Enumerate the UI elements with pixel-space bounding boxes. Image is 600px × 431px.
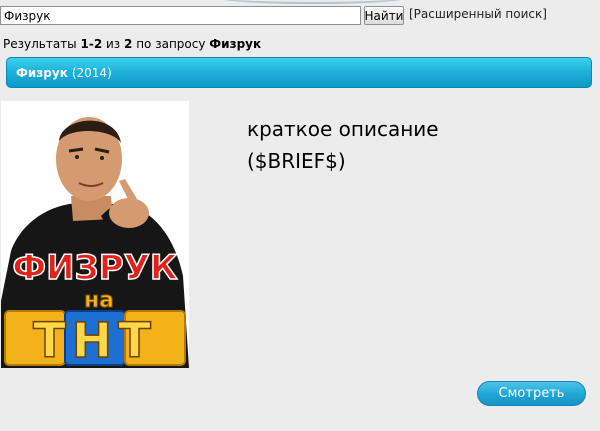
search-button[interactable]: Найти <box>364 6 404 25</box>
poster-artwork: ФИЗРУК на ТНТ <box>1 101 189 368</box>
results-of-word: из <box>106 37 121 51</box>
poster-logo-text: ТНТ <box>33 313 157 368</box>
poster-na-text: на <box>84 288 114 313</box>
poster-image[interactable]: ФИЗРУК на ТНТ <box>1 101 189 368</box>
advanced-search-link[interactable]: [Расширенный поиск] <box>409 7 547 21</box>
description-line-1: краткое описание <box>247 117 439 141</box>
results-prefix: Результаты <box>3 37 77 51</box>
description: краткое описание ($BRIEF$) <box>247 113 439 177</box>
result-year: (2014) <box>71 65 112 80</box>
watch-button[interactable]: Смотреть <box>477 381 586 406</box>
description-line-2: ($BRIEF$) <box>247 149 346 173</box>
result-title-bar[interactable]: Физрук (2014) <box>6 57 592 88</box>
results-total: 2 <box>124 37 133 51</box>
results-query: Физрук <box>209 37 262 51</box>
results-summary: Результаты 1-2 из 2 по запросу Физрук <box>3 37 261 51</box>
header-decoration <box>215 0 410 4</box>
search-input[interactable] <box>0 6 361 25</box>
result-title[interactable]: Физрук <box>16 66 68 80</box>
results-query-phrase: по запросу <box>136 37 206 51</box>
poster-title-text: ФИЗРУК <box>12 248 177 288</box>
results-range: 1-2 <box>80 37 103 51</box>
